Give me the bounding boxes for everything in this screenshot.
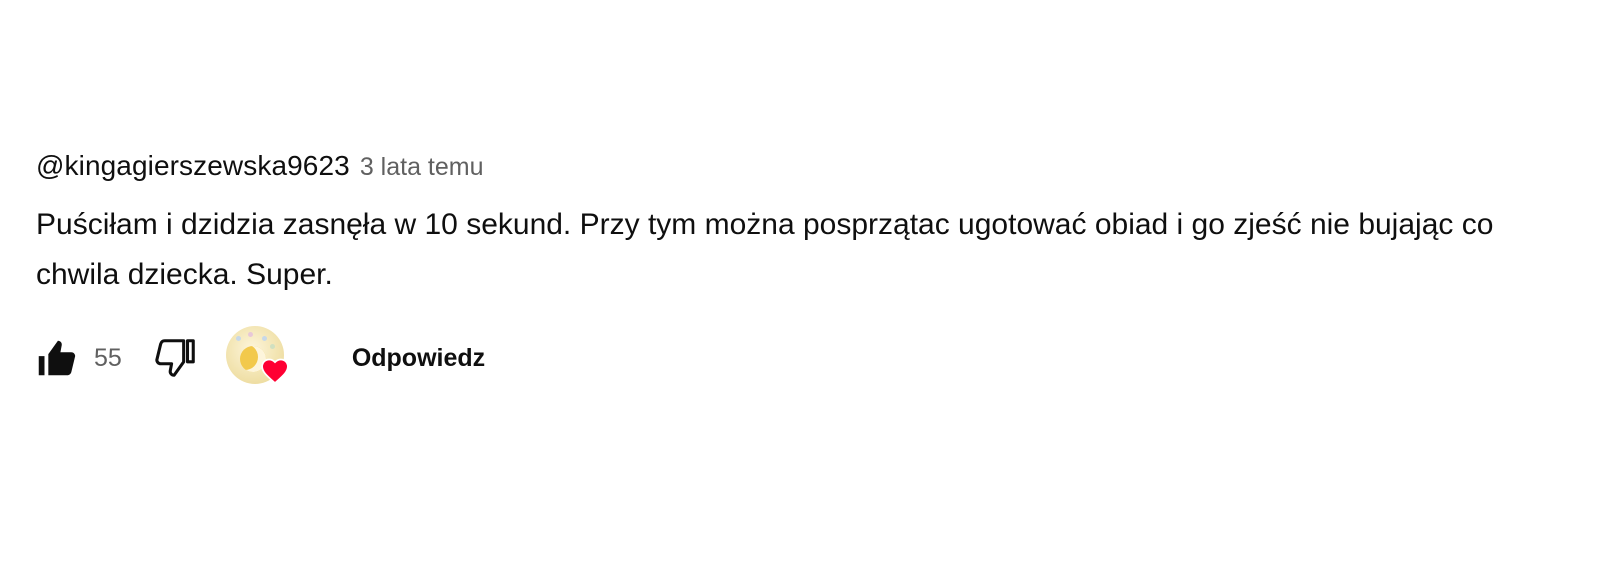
thumbs-down-icon: [155, 339, 195, 377]
creator-heart-badge: [225, 326, 290, 390]
thumbs-up-icon: [38, 340, 76, 376]
comment: @kingagierszewska9623 3 lata temu Puścił…: [36, 150, 1586, 300]
comment-author[interactable]: @kingagierszewska9623: [36, 150, 350, 182]
like-count: 55: [94, 343, 122, 372]
dislike-button[interactable]: [152, 334, 200, 382]
comment-timestamp[interactable]: 3 lata temu: [360, 153, 484, 182]
comment-text: Puściłam i dzidzia zasnęła w 10 sekund. …: [36, 208, 1494, 291]
creator-heart-icon: [261, 358, 289, 384]
like-button[interactable]: [32, 334, 80, 382]
comment-actions: 55 Odpowiedz: [32, 326, 485, 386]
comment-header: @kingagierszewska9623 3 lata temu: [36, 150, 1586, 190]
reply-button[interactable]: Odpowiedz: [352, 334, 485, 383]
